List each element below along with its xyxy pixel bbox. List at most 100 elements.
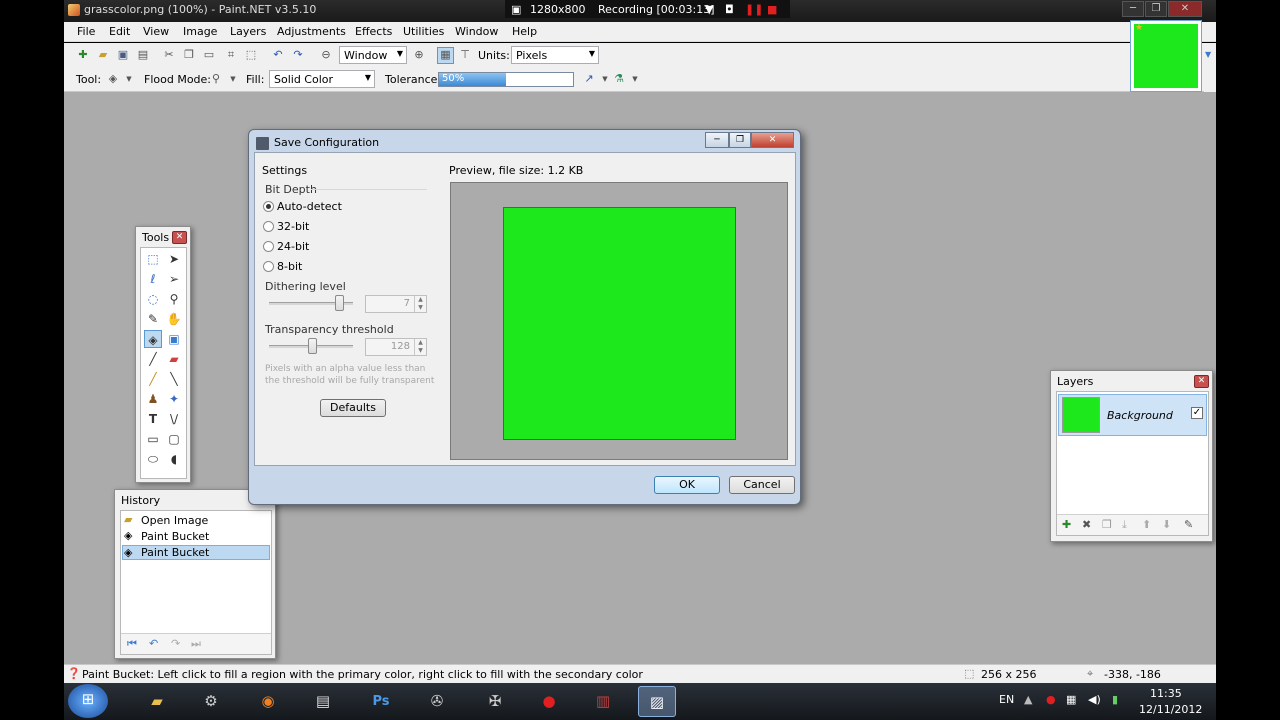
paste-icon[interactable]: ▭ bbox=[202, 48, 216, 62]
defaults-button[interactable]: Defaults bbox=[320, 399, 386, 417]
history-item-selected[interactable]: ◈ Paint Bucket bbox=[122, 545, 270, 560]
fast-forward-icon[interactable]: ⏭ bbox=[191, 637, 201, 651]
transparency-spinner[interactable]: 128 ▲ ▼ bbox=[365, 338, 427, 356]
blend-mode-icon[interactable]: ⚗ bbox=[612, 72, 626, 86]
explorer-icon[interactable]: ▰ bbox=[138, 686, 176, 717]
lasso-select-icon[interactable]: ℓ bbox=[144, 270, 162, 288]
photoshop-icon[interactable]: Ps bbox=[362, 686, 400, 717]
transparency-slider-thumb[interactable] bbox=[308, 338, 317, 354]
cancel-button[interactable]: Cancel bbox=[729, 476, 795, 494]
language-indicator[interactable]: EN bbox=[999, 693, 1014, 706]
menu-utilities[interactable]: Utilities bbox=[403, 25, 444, 38]
film-icon[interactable]: ✇ bbox=[418, 686, 456, 717]
menu-window[interactable]: Window bbox=[455, 25, 498, 38]
duplicate-layer-icon[interactable]: ❐ bbox=[1102, 518, 1112, 531]
deselect-icon[interactable]: ⬚ bbox=[244, 48, 258, 62]
menu-help[interactable]: Help bbox=[512, 25, 537, 38]
minimize-button[interactable]: ─ bbox=[1122, 1, 1144, 17]
close-icon[interactable]: ✕ bbox=[172, 231, 187, 244]
ellipse-select-icon[interactable]: ◌ bbox=[144, 290, 162, 308]
paintnet-taskbar-icon[interactable]: ▨ bbox=[638, 686, 676, 717]
freeform-shape-icon[interactable]: ◖ bbox=[165, 450, 183, 468]
close-button[interactable]: ✕ bbox=[1168, 1, 1202, 17]
layer-row[interactable]: Background ✓ bbox=[1058, 394, 1207, 436]
record-tray-icon[interactable]: ● bbox=[1046, 693, 1056, 706]
delete-layer-icon[interactable]: ✖ bbox=[1082, 518, 1091, 531]
chevron-down-icon[interactable]: ▼ bbox=[226, 72, 240, 86]
ok-button[interactable]: OK bbox=[654, 476, 720, 494]
move-down-icon[interactable]: ⬇ bbox=[1162, 518, 1171, 531]
ruler-icon[interactable]: ⊤ bbox=[458, 48, 472, 62]
ellipse-icon[interactable]: ⬭ bbox=[144, 450, 162, 468]
menu-layers[interactable]: Layers bbox=[230, 25, 266, 38]
chevron-down-icon[interactable]: ▼ bbox=[598, 72, 612, 86]
cut-icon[interactable]: ✂ bbox=[162, 48, 176, 62]
paintbrush-icon[interactable]: ╱ bbox=[144, 350, 162, 368]
paint-bucket-icon[interactable]: ◈ bbox=[144, 330, 162, 348]
dithering-spinner[interactable]: 7 ▲ ▼ bbox=[365, 295, 427, 313]
spinner-arrows[interactable]: ▲ ▼ bbox=[414, 296, 426, 312]
open-icon[interactable]: ▰ bbox=[96, 48, 110, 62]
close-icon[interactable]: ✕ bbox=[1194, 375, 1209, 388]
magic-wand-icon[interactable]: ✎ bbox=[144, 310, 162, 328]
new-icon[interactable]: ✚ bbox=[76, 48, 90, 62]
redo-icon[interactable]: ↷ bbox=[171, 637, 180, 650]
chevron-down-icon[interactable]: ▼ bbox=[122, 72, 136, 86]
layer-properties-icon[interactable]: ✎ bbox=[1184, 518, 1193, 531]
chevron-up-icon[interactable]: ▲ bbox=[1024, 693, 1032, 706]
record-icon[interactable]: ● bbox=[530, 686, 568, 717]
rewind-icon[interactable]: ⏮ bbox=[127, 637, 137, 651]
history-item[interactable]: ▰ Open Image bbox=[122, 513, 270, 528]
eraser-icon[interactable]: ▰ bbox=[165, 350, 183, 368]
add-layer-icon[interactable]: ✚ bbox=[1062, 518, 1071, 531]
fill-combo[interactable]: Solid Color ▼ bbox=[269, 70, 375, 88]
chevron-down-icon[interactable]: ▼ bbox=[1205, 50, 1211, 59]
power-icon[interactable]: ▮ bbox=[1112, 693, 1118, 706]
spinner-arrows[interactable]: ▲ ▼ bbox=[414, 339, 426, 355]
clock-date[interactable]: 12/11/2012 bbox=[1139, 703, 1202, 716]
menu-image[interactable]: Image bbox=[183, 25, 217, 38]
pause-icon[interactable]: ❚❚ bbox=[745, 3, 763, 16]
chevron-down-icon[interactable]: ▼ bbox=[628, 72, 642, 86]
steam-icon[interactable]: ⚙ bbox=[192, 686, 230, 717]
line-curve-icon[interactable]: \∕ bbox=[165, 410, 183, 428]
menu-adjustments[interactable]: Adjustments bbox=[277, 25, 346, 38]
maximize-button[interactable]: ❐ bbox=[1145, 1, 1167, 17]
notepad-icon[interactable]: ▤ bbox=[304, 686, 342, 717]
pencil-icon[interactable]: ╱ bbox=[144, 370, 162, 388]
grid-icon[interactable]: ▦ bbox=[437, 47, 454, 64]
menu-view[interactable]: View bbox=[143, 25, 169, 38]
chevron-down-icon[interactable]: ▼ bbox=[705, 3, 713, 16]
paint-bucket-icon[interactable]: ◈ bbox=[106, 72, 120, 86]
text-icon[interactable]: T bbox=[144, 410, 162, 428]
merge-layer-icon[interactable]: ⤓ bbox=[1122, 518, 1127, 532]
camera-icon[interactable]: ◘ bbox=[725, 3, 734, 16]
zoom-icon[interactable]: ⚲ bbox=[165, 290, 183, 308]
save-icon[interactable]: ▣ bbox=[116, 48, 130, 62]
32bit-radio[interactable] bbox=[263, 221, 274, 232]
dialog-close-button[interactable]: ✕ bbox=[751, 132, 794, 148]
zoom-in-icon[interactable]: ⊕ bbox=[412, 48, 426, 62]
flood-mode-icon[interactable]: ⚲ bbox=[209, 72, 223, 86]
crop-icon[interactable]: ⌗ bbox=[224, 48, 238, 62]
tolerance-slider[interactable]: 50% bbox=[438, 72, 574, 87]
dialog-minimize-button[interactable]: ─ bbox=[705, 132, 729, 148]
tools-app-icon[interactable]: ✠ bbox=[476, 686, 514, 717]
recolor-icon[interactable]: ✦ bbox=[165, 390, 183, 408]
clock-time[interactable]: 11:35 bbox=[1150, 687, 1182, 700]
layer-visible-checkbox[interactable]: ✓ bbox=[1191, 407, 1203, 419]
move-up-icon[interactable]: ⬆ bbox=[1142, 518, 1151, 531]
clone-stamp-icon[interactable]: ♟ bbox=[144, 390, 162, 408]
network-icon[interactable]: ▦ bbox=[1066, 693, 1076, 706]
menu-effects[interactable]: Effects bbox=[355, 25, 392, 38]
dithering-slider-thumb[interactable] bbox=[335, 295, 344, 311]
history-item[interactable]: ◈ Paint Bucket bbox=[122, 529, 270, 544]
stop-icon[interactable]: ■ bbox=[767, 3, 777, 16]
undo-icon[interactable]: ↶ bbox=[271, 48, 285, 62]
thumbnail-scroll[interactable]: ▼ bbox=[1204, 44, 1216, 92]
8bit-radio[interactable] bbox=[263, 261, 274, 272]
undo-icon[interactable]: ↶ bbox=[149, 637, 158, 650]
firefox-icon[interactable]: ◉ bbox=[249, 686, 287, 717]
move-selection-icon[interactable]: ➤ bbox=[165, 250, 183, 268]
winrar-icon[interactable]: ▥ bbox=[584, 686, 622, 717]
